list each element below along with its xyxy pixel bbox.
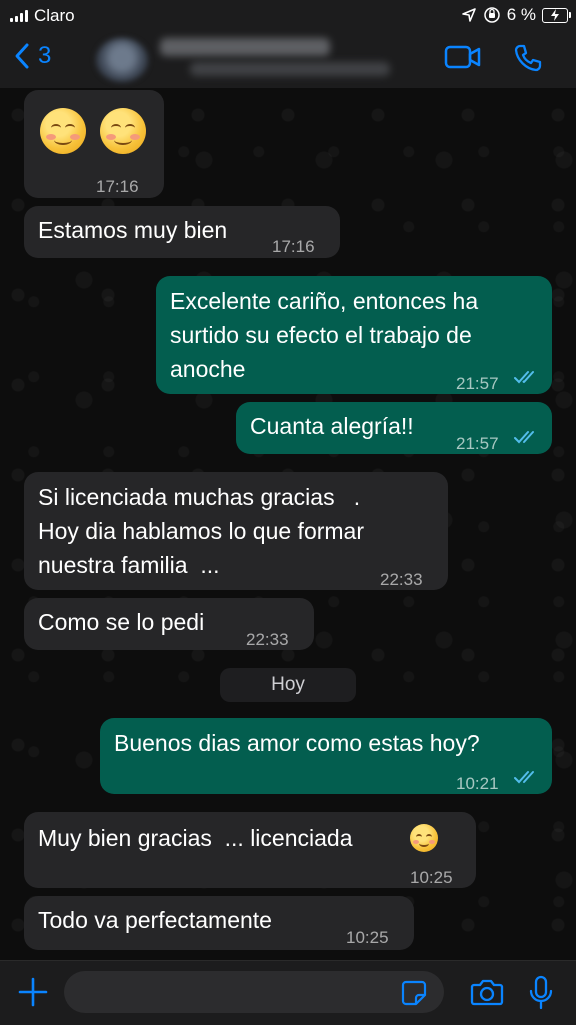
- sticker-icon: [401, 980, 427, 1006]
- location-arrow-icon: [461, 8, 476, 22]
- message-text: Excelente cariño, entonces ha surtido su…: [170, 288, 479, 382]
- message-text: Estamos muy bien: [38, 217, 228, 243]
- phone-icon: [514, 44, 542, 72]
- carrier-label: Claro: [34, 6, 75, 25]
- back-button[interactable]: 3: [14, 42, 51, 70]
- message-time: 22:33: [246, 630, 289, 649]
- message-text: Buenos dias amor como estas hoy?: [114, 730, 480, 756]
- smiling-face-icon: [40, 108, 86, 154]
- message-time: 17:16: [96, 177, 139, 196]
- message-time: 17:16: [272, 237, 315, 256]
- smiling-face-icon: [100, 108, 146, 154]
- microphone-icon: [529, 975, 553, 1010]
- camera-icon: [470, 979, 504, 1006]
- smiling-face-icon: [410, 824, 438, 852]
- message-time: 21:57: [456, 374, 499, 393]
- double-check-icon: [514, 371, 534, 384]
- battery-percent: 6 %: [506, 5, 536, 24]
- unread-count: 3: [38, 42, 52, 69]
- message-bubble-outgoing[interactable]: Excelente cariño, entonces ha surtido su…: [156, 276, 552, 394]
- attach-button[interactable]: [16, 975, 50, 1014]
- camera-button[interactable]: [470, 977, 504, 1012]
- message-bubble-incoming[interactable]: Como se lo pedi 22:33: [24, 598, 314, 650]
- double-check-icon: [514, 431, 534, 444]
- message-text: Cuanta alegría!!: [250, 413, 414, 439]
- signal-icon: [10, 10, 28, 22]
- message-bubble-incoming[interactable]: Si licenciada muchas gracias . Hoy dia h…: [24, 472, 448, 590]
- message-text: Muy bien gracias ... licenciada: [38, 825, 353, 851]
- message-input[interactable]: [64, 971, 444, 1013]
- message-time: 22:33: [380, 570, 423, 589]
- microphone-button[interactable]: [528, 975, 554, 1016]
- video-call-button[interactable]: [444, 44, 482, 75]
- video-camera-icon: [444, 45, 481, 69]
- message-text: Como se lo pedi: [38, 609, 205, 635]
- avatar[interactable]: [96, 38, 148, 82]
- sticker-button[interactable]: [400, 979, 428, 1012]
- message-bubble-incoming[interactable]: Muy bien gracias ... licenciada 10:25: [24, 812, 476, 888]
- chat-header: 3: [0, 32, 576, 89]
- orientation-lock-icon: [483, 7, 500, 23]
- chevron-left-icon: [15, 43, 29, 69]
- message-time: 21:57: [456, 434, 499, 453]
- date-separator: Hoy: [220, 668, 356, 702]
- message-time: 10:21: [456, 774, 499, 793]
- message-text: Todo va perfectamente: [38, 907, 272, 933]
- plus-icon: [18, 977, 48, 1007]
- battery-icon: [542, 7, 571, 23]
- contact-name[interactable]: [160, 38, 330, 56]
- message-bubble-outgoing[interactable]: Buenos dias amor como estas hoy? 10:21: [100, 718, 552, 794]
- message-input-bar: [0, 960, 576, 1025]
- message-bubble-outgoing[interactable]: Cuanta alegría!! 21:57: [236, 402, 552, 454]
- message-bubble-incoming[interactable]: Todo va perfectamente 10:25: [24, 896, 414, 950]
- double-check-icon: [514, 771, 534, 784]
- message-time: 10:25: [346, 928, 389, 947]
- message-bubble-incoming[interactable]: 17:16: [24, 90, 164, 198]
- status-bar: Claro 6 %: [0, 0, 576, 32]
- voice-call-button[interactable]: [512, 42, 544, 79]
- contact-subtitle: [190, 62, 390, 76]
- message-text: Si licenciada muchas gracias . Hoy dia h…: [38, 484, 364, 578]
- message-bubble-incoming[interactable]: Estamos muy bien 17:16: [24, 206, 340, 258]
- message-time: 10:25: [410, 868, 453, 887]
